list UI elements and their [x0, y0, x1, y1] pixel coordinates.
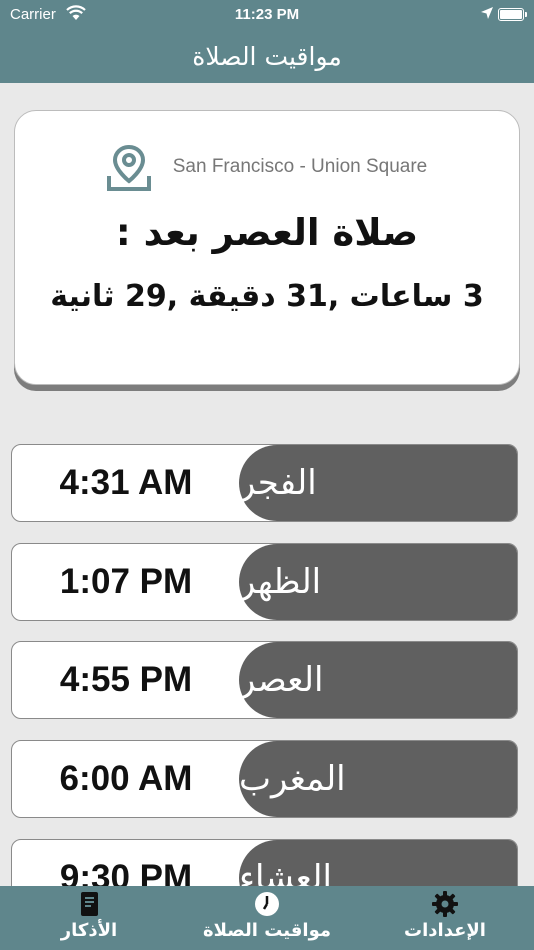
prayer-name: المغرب — [239, 741, 517, 817]
tab-adhkar[interactable]: الأذكار — [0, 886, 178, 950]
tab-prayer-times[interactable]: مواقيت الصلاة — [178, 886, 356, 950]
next-prayer-card: San Francisco - Union Square صلاة العصر … — [14, 110, 520, 385]
gear-icon — [432, 891, 458, 917]
tab-bar: الأذكار مواقيت الصلاة الإعدادات — [0, 886, 534, 950]
tab-label: مواقيت الصلاة — [202, 920, 331, 941]
nav-bar: مواقيت الصلاة — [0, 30, 534, 83]
prayer-name: الظهر — [239, 544, 517, 620]
location-row: San Francisco - Union Square — [15, 143, 519, 191]
prayer-time: 6:00 AM — [59, 759, 193, 798]
prayer-row-maghrib[interactable]: 6:00 AM المغرب — [11, 740, 518, 818]
prayer-time: 4:55 PM — [59, 660, 193, 699]
prayer-time: 1:07 PM — [59, 562, 193, 601]
prayer-name: العصر — [239, 642, 517, 718]
battery-tip — [525, 12, 527, 17]
prayer-row-asr[interactable]: 4:55 PM العصر — [11, 641, 518, 719]
tab-label: الإعدادات — [404, 920, 486, 941]
status-bar: Carrier 11:23 PM — [0, 0, 534, 30]
tab-settings[interactable]: الإعدادات — [356, 886, 534, 950]
prayer-row-fajr[interactable]: 4:31 AM الفجر — [11, 444, 518, 522]
prayer-name: الفجر — [239, 445, 517, 521]
location-arrow-icon — [481, 7, 493, 19]
clock-icon — [255, 892, 279, 916]
location-pin-icon — [106, 144, 151, 191]
tab-label: الأذكار — [60, 920, 118, 941]
book-icon — [81, 892, 98, 916]
prayer-time: 4:31 AM — [59, 463, 193, 502]
battery-icon — [498, 8, 524, 21]
page-title: مواقيت الصلاة — [192, 42, 342, 71]
status-time: 11:23 PM — [234, 6, 300, 23]
prayer-row-dhuhr[interactable]: 1:07 PM الظهر — [11, 543, 518, 621]
location-label: San Francisco - Union Square — [172, 156, 428, 177]
countdown-label: 3 ساعات ,31 دقيقة ,29 ثانية — [50, 279, 484, 314]
next-prayer-label: صلاة العصر بعد : — [115, 211, 419, 254]
